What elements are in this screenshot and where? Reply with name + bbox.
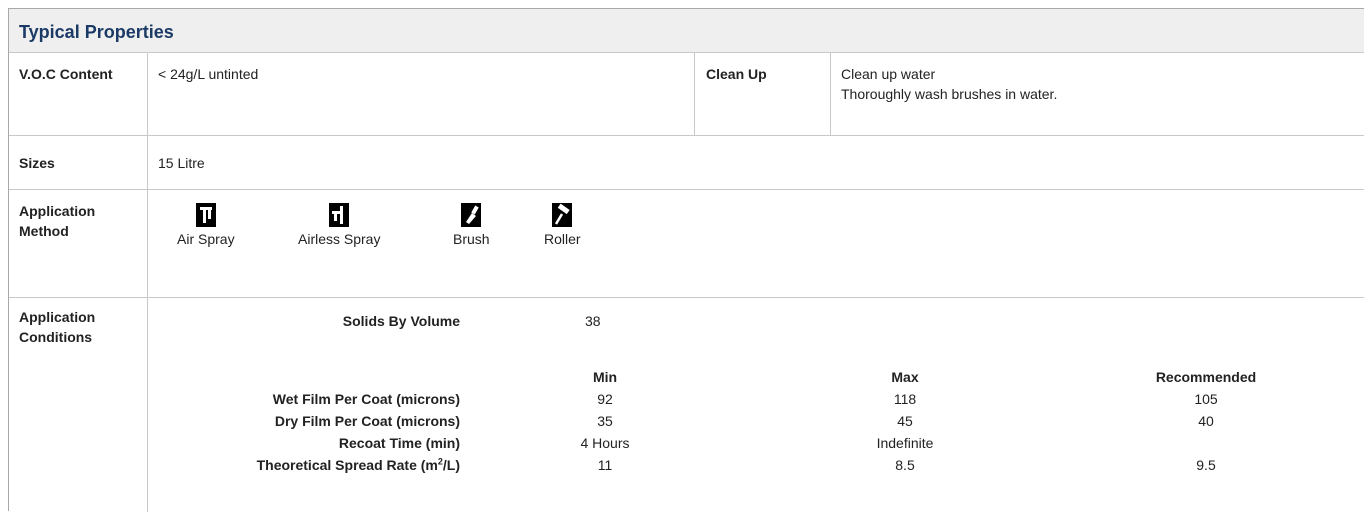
spread-rate-label: Theoretical Spread Rate (m2/L) [140, 455, 460, 475]
method-brush: Brush [453, 203, 490, 248]
recoat-time-min: 4 Hours [580, 435, 630, 451]
voc-value: < 24g/L untinted [158, 66, 259, 82]
min-header: Min [592, 369, 618, 385]
method-air-spray: Air Spray [177, 203, 235, 248]
method-airless-spray: Airless Spray [298, 203, 380, 248]
method-label: Airless Spray [298, 231, 381, 247]
spread-rate-recommended: 9.5 [1196, 457, 1216, 473]
sizes-value: 15 Litre [158, 155, 205, 171]
method-label: Roller [544, 231, 581, 247]
wet-film-label: Wet Film Per Coat (microns) [272, 391, 460, 407]
recoat-time-max: Indefinite [876, 435, 934, 451]
method-label: Brush [453, 231, 490, 247]
spread-rate-label-unit: /L) [442, 457, 460, 473]
row-divider [9, 297, 1364, 298]
typical-properties-panel: Typical Properties V.O.C Content < 24g/L… [8, 8, 1364, 512]
sizes-label: Sizes [19, 155, 55, 171]
clean-up-label: Clean Up [706, 66, 767, 82]
brush-icon [461, 203, 482, 227]
row-divider [9, 189, 1364, 190]
method-label: Air Spray [177, 231, 235, 247]
solids-by-volume-label: Solids By Volume [342, 313, 460, 329]
spread-rate-label-text: Theoretical Spread Rate (m [256, 457, 438, 473]
section-header: Typical Properties [9, 9, 1364, 53]
wet-film-min: 92 [597, 391, 613, 407]
dry-film-label: Dry Film Per Coat (microns) [274, 413, 460, 429]
dry-film-max: 45 [897, 413, 913, 429]
application-method-label: Application Method [19, 203, 96, 239]
section-title: Typical Properties [19, 22, 174, 42]
dry-film-recommended: 40 [1198, 413, 1214, 429]
clean-up-line-2: Thoroughly wash brushes in water. [841, 86, 1058, 102]
voc-label: V.O.C Content [19, 66, 113, 82]
spread-rate-min: 11 [597, 457, 613, 473]
wet-film-max: 118 [893, 391, 917, 407]
application-conditions-label: Application Conditions [19, 309, 96, 345]
max-header: Max [891, 369, 919, 385]
dry-film-min: 35 [597, 413, 613, 429]
column-divider [830, 53, 831, 135]
roller-icon [552, 203, 573, 227]
air-spray-icon [195, 203, 216, 227]
airless-spray-icon [329, 203, 350, 227]
clean-up-line-1: Clean up water [841, 66, 936, 82]
spread-rate-max: 8.5 [895, 457, 915, 473]
solids-by-volume-value: 38 [585, 313, 601, 329]
recoat-time-label: Recoat Time (min) [338, 435, 460, 451]
row-divider [9, 135, 1364, 136]
column-divider [694, 53, 695, 135]
recommended-header: Recommended [1155, 369, 1257, 385]
method-roller: Roller [544, 203, 581, 248]
wet-film-recommended: 105 [1194, 391, 1218, 407]
